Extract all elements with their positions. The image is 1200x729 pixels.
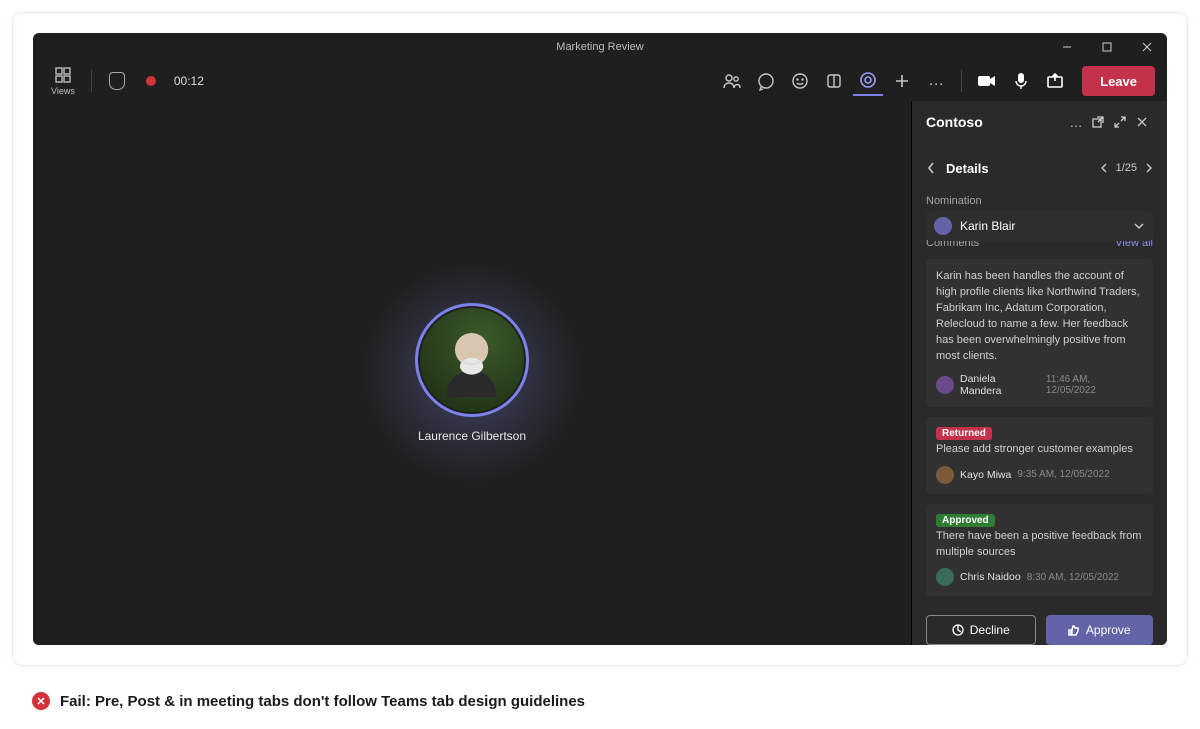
panel-more-icon[interactable]: … [1065,115,1087,130]
details-heading: Details [946,161,1100,176]
decline-label: Decline [970,623,1010,637]
apps-button[interactable] [853,66,883,96]
back-icon[interactable] [926,161,936,175]
privacy-shield-icon[interactable] [102,66,132,96]
figure-caption: ✕ Fail: Pre, Post & in meeting tabs don'… [32,692,585,710]
pager-next-icon[interactable] [1145,162,1153,174]
comment-text: Karin has been handles the account of hi… [936,269,1143,365]
approve-label: Approve [1086,623,1131,637]
comment-text: Please add stronger customer examples [936,442,1143,458]
panel-title: Contoso [926,114,1065,130]
nominee-row[interactable]: Karin Blair [926,211,1153,241]
panel-expand-icon[interactable] [1109,115,1131,129]
meeting-stage: Laurence Gilbertson [33,101,911,645]
window-title: Marketing Review [556,41,643,53]
panel-close-icon[interactable] [1131,116,1153,128]
author-avatar [936,568,954,586]
comment-time: 11:46 AM, 12/05/2022 [1046,374,1143,396]
author-name: Daniela Mandera [960,373,1040,397]
comment-card: Approved There have been a positive feed… [926,504,1153,597]
comment-card: Returned Please add stronger customer ex… [926,417,1153,494]
views-label: Views [51,86,75,96]
author-avatar [936,466,954,484]
status-badge: Returned [936,427,992,440]
separator [961,70,962,92]
fail-icon: ✕ [32,692,50,710]
decline-button[interactable]: Decline [926,615,1036,645]
chat-button[interactable] [751,66,781,96]
caption-text: Fail: Pre, Post & in meeting tabs don't … [60,693,585,710]
record-indicator-icon [136,66,166,96]
status-badge: Approved [936,514,995,527]
nomination-label: Nomination [926,195,1153,207]
author-name: Chris Naidoo [960,571,1021,583]
maximize-button[interactable] [1087,33,1127,61]
chevron-down-icon [1133,222,1145,230]
add-app-button[interactable] [887,66,917,96]
comment-card: Karin has been handles the account of hi… [926,259,1153,407]
close-button[interactable] [1127,33,1167,61]
meeting-toolbar: Views 00:12 … [33,61,1167,101]
window-controls [1047,33,1167,61]
nominee-avatar [934,217,952,235]
meeting-timer: 00:12 [174,74,204,88]
pager-prev-icon[interactable] [1100,162,1108,174]
title-bar: Marketing Review [33,33,1167,61]
panel-header: Contoso … [912,101,1167,143]
mic-button[interactable] [1006,66,1036,96]
people-button[interactable] [717,66,747,96]
comment-time: 8:30 AM, 12/05/2022 [1027,572,1119,583]
leave-button[interactable]: Leave [1082,66,1155,96]
teams-meeting-window: Marketing Review Views 00:12 [33,33,1167,645]
nominee-name: Karin Blair [960,219,1133,233]
panel-subheader: Details 1/25 [912,143,1167,193]
author-name: Kayo Miwa [960,469,1011,481]
author-avatar [936,376,954,394]
separator [91,70,92,92]
approve-button[interactable]: Approve [1046,615,1154,645]
participant-avatar [415,303,529,417]
rooms-button[interactable] [819,66,849,96]
comment-time: 9:35 AM, 12/05/2022 [1017,469,1109,480]
participant-name: Laurence Gilbertson [418,429,526,443]
pager-count: 1/25 [1116,162,1137,174]
pager: 1/25 [1100,162,1153,174]
side-panel: Contoso … Details 1/25 Nomin [911,101,1167,645]
comment-text: There have been a positive feedback from… [936,529,1143,561]
panel-popout-icon[interactable] [1087,115,1109,129]
views-button[interactable]: Views [45,64,81,98]
more-actions-button[interactable]: … [921,66,951,96]
reactions-button[interactable] [785,66,815,96]
example-frame: Marketing Review Views 00:12 [12,12,1188,666]
minimize-button[interactable] [1047,33,1087,61]
camera-button[interactable] [972,66,1002,96]
panel-actions: Decline Approve [912,605,1167,645]
share-button[interactable] [1040,66,1070,96]
